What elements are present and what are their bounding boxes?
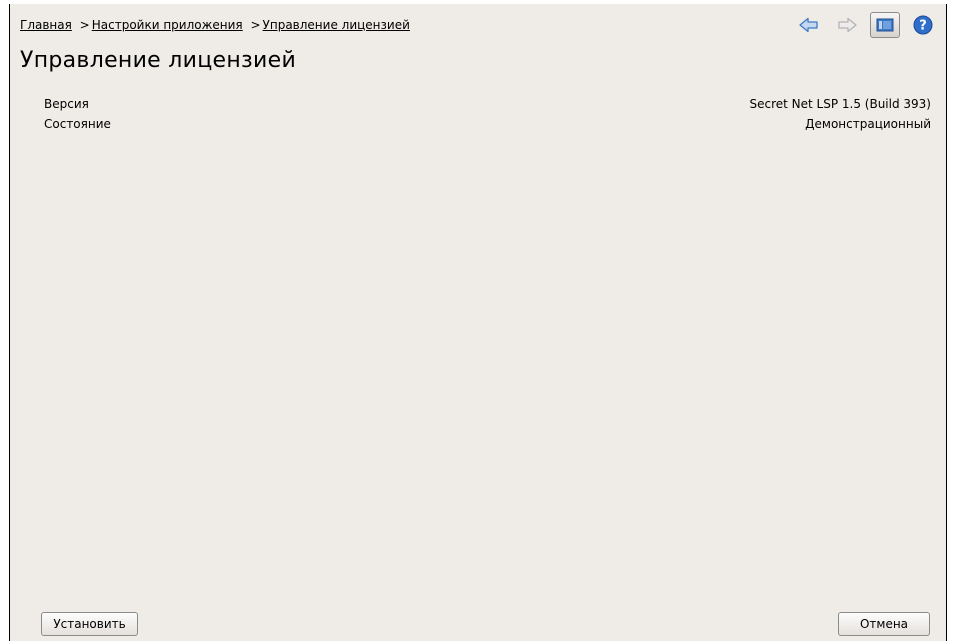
install-button[interactable]: Установить: [41, 612, 138, 636]
forward-arrow-icon: [838, 17, 857, 33]
back-button[interactable]: [794, 12, 824, 38]
breadcrumb-separator: >: [250, 18, 261, 32]
info-row-version: Версия Secret Net LSP 1.5 (Build 393): [44, 97, 931, 115]
page-title: Управление лицензией: [20, 48, 297, 73]
svg-text:?: ?: [919, 19, 927, 34]
help-button[interactable]: ?: [908, 12, 938, 38]
status-label: Состояние: [44, 117, 111, 131]
cancel-button[interactable]: Отмена: [838, 612, 930, 636]
breadcrumb-app-settings-link[interactable]: Настройки приложения: [92, 18, 243, 32]
help-icon: ?: [913, 15, 933, 35]
panel-toggle-button[interactable]: [870, 12, 900, 38]
version-value: Secret Net LSP 1.5 (Build 393): [749, 97, 931, 111]
toolbar: ?: [786, 12, 938, 38]
license-management-window: Главная > Настройки приложения > Управлени…: [9, 4, 947, 641]
forward-button[interactable]: [832, 12, 862, 38]
breadcrumb: Главная > Настройки приложения > Управлени…: [20, 18, 410, 32]
breadcrumb-home-link[interactable]: Главная: [20, 18, 72, 32]
info-row-status: Состояние Демонстрационный: [44, 117, 931, 135]
back-arrow-icon: [799, 17, 818, 33]
breadcrumb-separator: >: [79, 18, 90, 32]
breadcrumb-license-management-link[interactable]: Управление лицензией: [263, 18, 410, 32]
panel-toggle-icon: [876, 18, 894, 32]
status-value: Демонстрационный: [805, 117, 931, 131]
version-label: Версия: [44, 97, 89, 111]
